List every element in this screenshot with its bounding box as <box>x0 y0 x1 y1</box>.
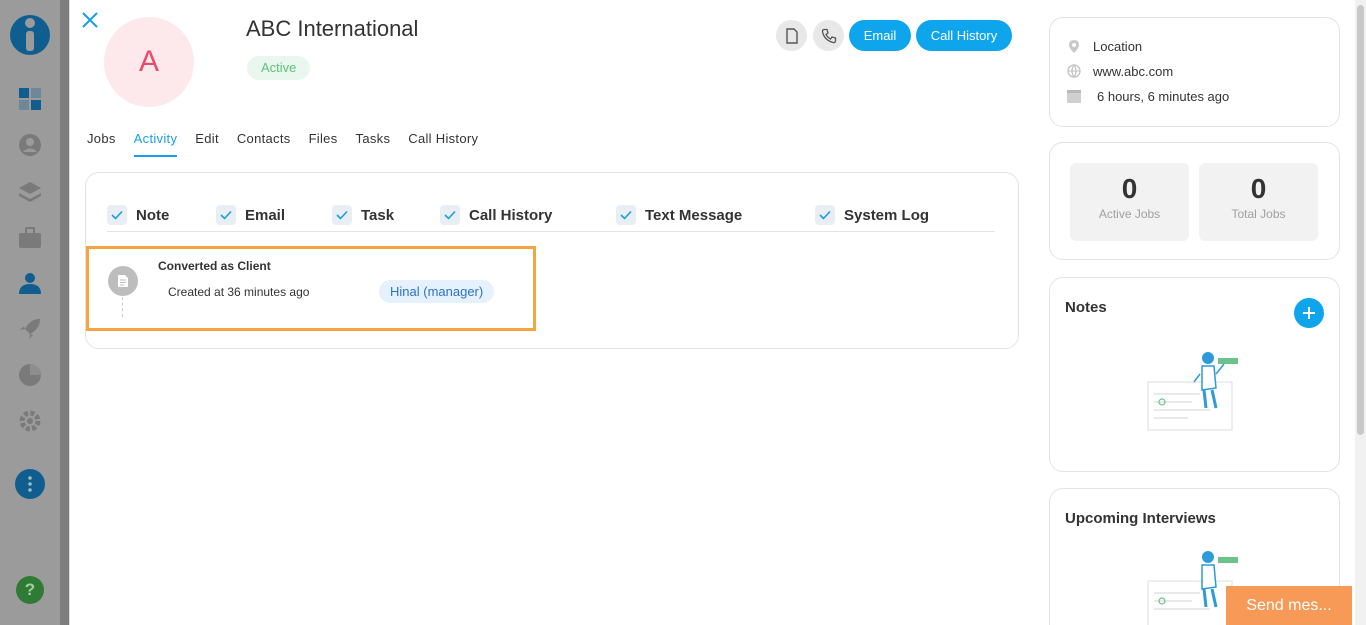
contacts-icon[interactable] <box>18 271 42 295</box>
close-icon[interactable] <box>80 10 100 30</box>
plus-icon <box>1303 307 1315 319</box>
total-jobs-stat: 0 Total Jobs <box>1199 163 1318 241</box>
filter-label: Note <box>136 206 170 224</box>
filter-label: System Log <box>844 206 930 224</box>
app-logo-icon[interactable] <box>9 10 51 56</box>
checkbox-checked-icon[interactable] <box>332 205 352 225</box>
active-jobs-label: Active Jobs <box>1098 207 1161 221</box>
activity-filters: Note Email Task Call History Text Messag… <box>107 205 995 232</box>
tab-call-history[interactable]: Call History <box>408 131 478 157</box>
total-jobs-label: Total Jobs <box>1231 207 1286 221</box>
phone-icon <box>821 28 836 43</box>
sidebar-divider <box>60 0 69 625</box>
scrollbar-thumb[interactable] <box>1357 5 1364 435</box>
checkbox-checked-icon[interactable] <box>440 205 460 225</box>
notes-title: Notes <box>1065 299 1107 316</box>
tab-activity[interactable]: Activity <box>133 131 178 157</box>
checkbox-checked-icon[interactable] <box>616 205 636 225</box>
user-icon[interactable] <box>18 133 42 157</box>
activity-timestamp: Created at 36 minutes ago <box>168 285 310 299</box>
website-link[interactable]: www.abc.com <box>1093 64 1173 79</box>
avatar: A <box>104 17 194 107</box>
add-note-button[interactable] <box>1294 298 1324 328</box>
page-title: ABC International <box>246 16 419 41</box>
updated-time: 6 hours, 6 minutes ago <box>1097 88 1230 104</box>
call-button[interactable] <box>813 20 844 51</box>
location-pin-icon <box>1066 38 1082 54</box>
tab-files[interactable]: Files <box>309 131 338 157</box>
dashboard-icon[interactable] <box>18 87 42 111</box>
calendar-icon <box>1066 88 1082 104</box>
filter-label: Text Message <box>645 206 743 224</box>
checkbox-checked-icon[interactable] <box>216 205 236 225</box>
help-icon[interactable]: ? <box>16 576 44 604</box>
tab-contacts[interactable]: Contacts <box>237 131 291 157</box>
document-button[interactable] <box>776 20 807 51</box>
website-row: www.abc.com <box>1066 63 1173 79</box>
timeline-connector <box>122 297 123 317</box>
active-jobs-count: 0 <box>1121 173 1138 204</box>
filter-call-history[interactable]: Call History <box>440 205 552 225</box>
upcoming-interviews-title: Upcoming Interviews <box>1065 510 1216 527</box>
scrollbar[interactable] <box>1355 0 1366 625</box>
activity-title: Converted as Client <box>158 259 271 273</box>
rocket-icon[interactable] <box>18 317 42 341</box>
filter-label: Task <box>361 206 395 224</box>
filter-note[interactable]: Note <box>107 205 169 225</box>
checkbox-checked-icon[interactable] <box>107 205 127 225</box>
total-jobs-count: 0 <box>1250 173 1267 204</box>
globe-icon <box>1066 63 1082 79</box>
send-message-button[interactable]: Send mes... <box>1226 586 1352 625</box>
briefcase-icon[interactable] <box>18 226 42 250</box>
active-jobs-stat: 0 Active Jobs <box>1070 163 1189 241</box>
layers-icon[interactable] <box>18 180 42 204</box>
email-button[interactable]: Email <box>849 20 911 51</box>
updated-row: 6 hours, 6 minutes ago <box>1066 88 1229 104</box>
document-icon <box>785 27 798 44</box>
app-sidebar: ? <box>0 0 60 625</box>
activity-user-badge[interactable]: Hinal (manager) <box>379 280 495 303</box>
tab-edit[interactable]: Edit <box>195 131 219 157</box>
tab-bar: Jobs Activity Edit Contacts Files Tasks … <box>87 131 496 157</box>
pie-chart-icon[interactable] <box>18 363 42 387</box>
filter-system-log[interactable]: System Log <box>815 205 929 225</box>
tab-jobs[interactable]: Jobs <box>87 131 116 157</box>
tab-tasks[interactable]: Tasks <box>356 131 391 157</box>
filter-text-message[interactable]: Text Message <box>616 205 742 225</box>
location-text: Location <box>1093 38 1143 54</box>
more-options-icon[interactable] <box>15 469 45 499</box>
filter-label: Call History <box>469 206 553 224</box>
checkbox-checked-icon[interactable] <box>815 205 835 225</box>
settings-icon[interactable] <box>18 409 42 433</box>
location-row: Location <box>1066 38 1142 54</box>
filter-email[interactable]: Email <box>216 205 285 225</box>
filter-task[interactable]: Task <box>332 205 394 225</box>
filter-label: Email <box>245 206 286 224</box>
call-history-button[interactable]: Call History <box>916 20 1012 51</box>
document-icon <box>108 266 138 296</box>
status-badge: Active <box>247 56 311 80</box>
empty-notes-illustration <box>1140 344 1250 434</box>
